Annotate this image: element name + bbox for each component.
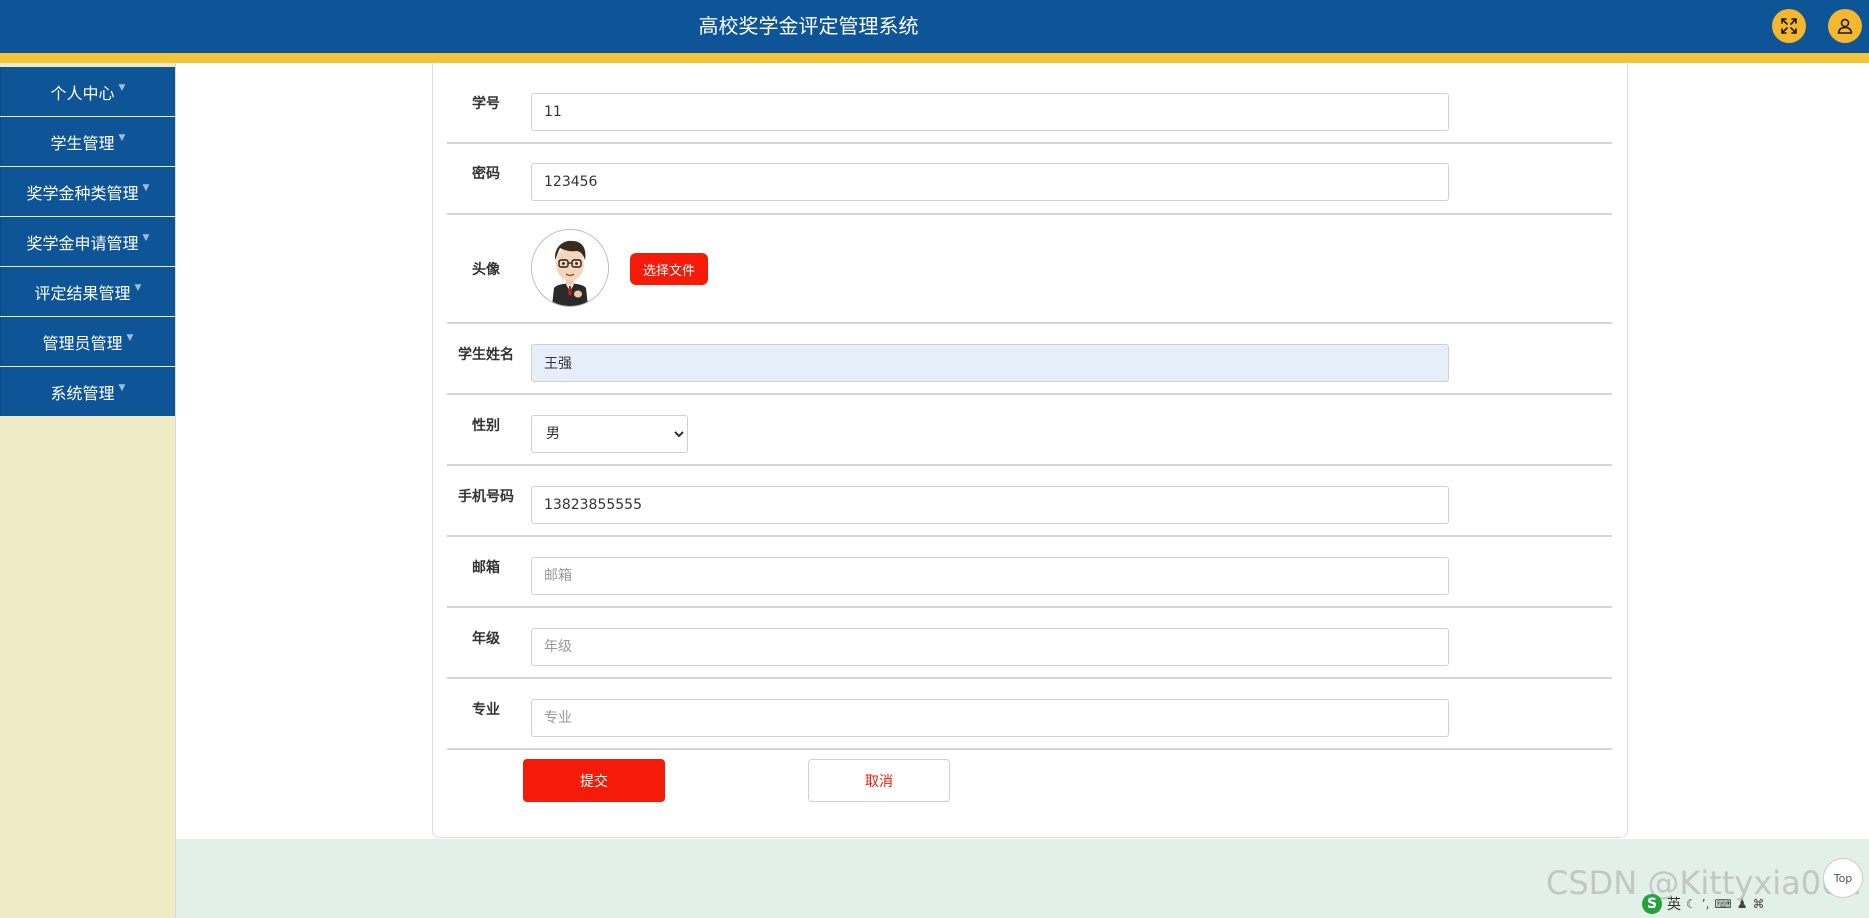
- form-row-student-name: 学生姓名: [447, 324, 1612, 395]
- form-row-student-id: 学号: [447, 63, 1612, 144]
- ime-toolbar: S 英 ☾ ’, ⌨ ♟ ⌘: [1642, 893, 1765, 915]
- sidebar-item-admin-management[interactable]: 管理员管理 ▼: [0, 317, 175, 366]
- top-header: 高校奖学金评定管理系统: [0, 0, 1869, 53]
- ime-logo-icon[interactable]: S: [1642, 894, 1662, 914]
- user-menu-button[interactable]: [1828, 9, 1862, 43]
- form-row-gender: 性别 男: [447, 395, 1612, 466]
- student-id-input[interactable]: [531, 93, 1449, 131]
- password-input[interactable]: [531, 163, 1449, 201]
- chevron-down-icon: ▼: [134, 282, 142, 293]
- sidebar-item-scholarship-types[interactable]: 奖学金种类管理 ▼: [0, 167, 175, 216]
- email-input[interactable]: [531, 557, 1449, 595]
- keyboard-icon[interactable]: ⌨: [1714, 897, 1731, 911]
- avatar: [531, 229, 609, 307]
- major-label: 专业: [472, 702, 500, 718]
- form-row-phone: 手机号码: [447, 466, 1612, 537]
- punctuation-icon[interactable]: ’,: [1702, 897, 1710, 911]
- sidebar-item-system-management[interactable]: 系统管理 ▼: [0, 367, 175, 416]
- grid-icon[interactable]: ⌘: [1753, 897, 1765, 911]
- sidebar-item-student-management[interactable]: 学生管理 ▼: [0, 117, 175, 166]
- sidebar-item-label: 管理员管理: [42, 333, 123, 353]
- fullscreen-button[interactable]: [1772, 9, 1806, 43]
- chevron-down-icon: ▼: [142, 232, 150, 243]
- avatar-label: 头像: [472, 262, 500, 278]
- sidebar-item-label: 系统管理: [50, 383, 115, 403]
- email-label: 邮箱: [472, 560, 500, 576]
- submit-button[interactable]: 提交: [523, 759, 665, 802]
- sidebar-item-label: 奖学金种类管理: [26, 183, 139, 203]
- form-row-major: 专业: [447, 679, 1612, 750]
- person-icon[interactable]: ♟: [1737, 897, 1748, 911]
- grade-label: 年级: [472, 631, 500, 647]
- chevron-down-icon: ▼: [118, 82, 126, 93]
- moon-icon[interactable]: ☾: [1686, 897, 1697, 911]
- gender-label: 性别: [472, 418, 500, 434]
- gender-select[interactable]: 男: [531, 415, 688, 453]
- password-label: 密码: [472, 166, 500, 182]
- major-input[interactable]: [531, 699, 1449, 737]
- chevron-down-icon: ▼: [126, 332, 134, 343]
- sidebar: 个人中心 ▼ 学生管理 ▼ 奖学金种类管理 ▼ 奖学金申请管理 ▼ 评定结果管理 ▼ 管理…: [0, 63, 176, 918]
- form-row-avatar: 头像 选择文件: [447, 215, 1612, 324]
- user-icon: [1837, 18, 1853, 34]
- sidebar-item-scholarship-applications[interactable]: 奖学金申请管理 ▼: [0, 217, 175, 266]
- back-to-top-button[interactable]: Top: [1823, 858, 1863, 898]
- cancel-button[interactable]: 取消: [808, 759, 950, 802]
- sidebar-item-personal-center[interactable]: 个人中心 ▼: [0, 67, 175, 116]
- fullscreen-icon: [1781, 18, 1797, 34]
- form-row-grade: 年级: [447, 608, 1612, 679]
- form-row-password: 密码: [447, 144, 1612, 215]
- form-row-email: 邮箱: [447, 537, 1612, 608]
- avatar-cartoon-icon: [532, 230, 608, 306]
- student-name-label: 学生姓名: [458, 347, 514, 363]
- ime-language-label[interactable]: 英: [1667, 894, 1681, 914]
- header-accent-stripe: [0, 53, 1869, 63]
- student-id-label: 学号: [472, 96, 500, 112]
- phone-label: 手机号码: [458, 489, 514, 505]
- grade-input[interactable]: [531, 628, 1449, 666]
- app-title: 高校奖学金评定管理系统: [698, 14, 919, 38]
- chevron-down-icon: ▼: [118, 382, 126, 393]
- sidebar-item-label: 个人中心: [50, 83, 115, 103]
- student-edit-form: 学号 密码 头像: [432, 63, 1628, 838]
- phone-input[interactable]: [531, 486, 1449, 524]
- choose-file-button[interactable]: 选择文件: [630, 253, 708, 285]
- sidebar-item-label: 评定结果管理: [34, 283, 131, 303]
- sidebar-item-label: 奖学金申请管理: [26, 233, 139, 253]
- chevron-down-icon: ▼: [142, 182, 150, 193]
- sidebar-item-evaluation-results[interactable]: 评定结果管理 ▼: [0, 267, 175, 316]
- chevron-down-icon: ▼: [118, 132, 126, 143]
- sidebar-item-label: 学生管理: [50, 133, 115, 153]
- student-name-input[interactable]: [531, 344, 1449, 382]
